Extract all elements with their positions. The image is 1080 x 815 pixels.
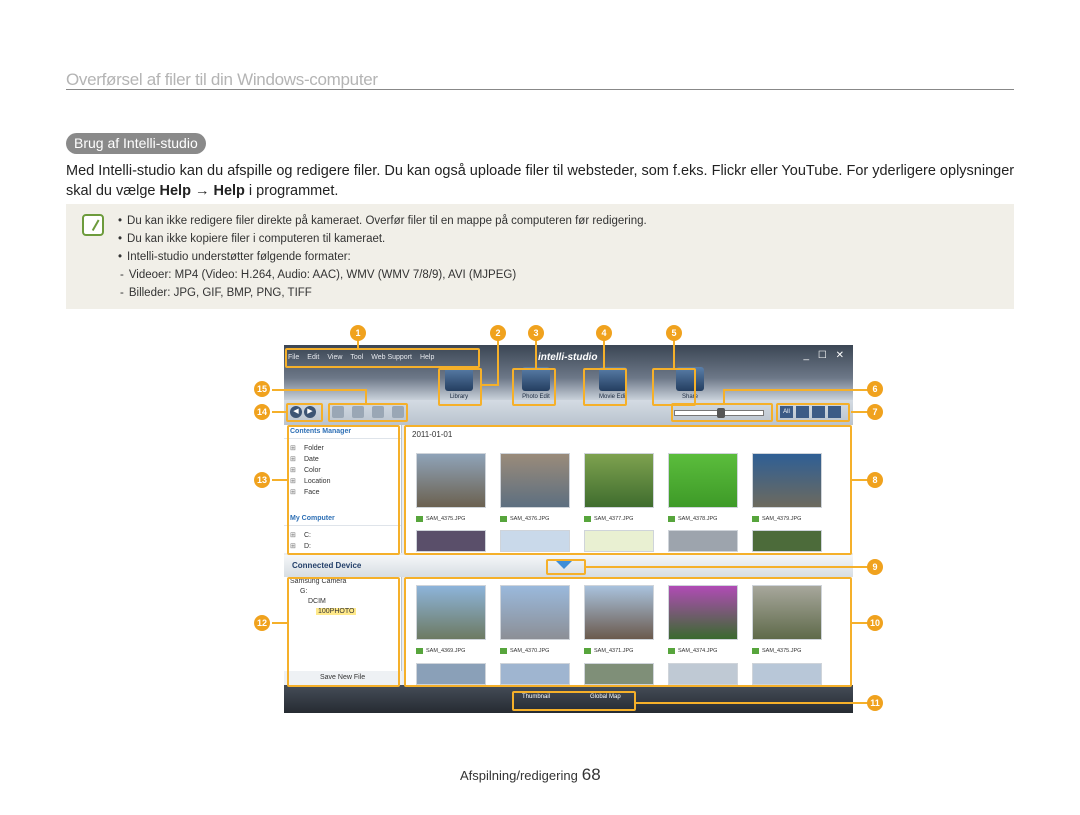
callout-8: 8: [867, 472, 883, 488]
connector-2h: [482, 384, 499, 386]
app-logo: intelli-studio: [538, 352, 598, 363]
callout-15: 15: [254, 381, 270, 397]
note-item: Intelli-studio understøtter følgende for…: [118, 248, 647, 266]
window-controls[interactable]: _ ☐ ✕: [804, 350, 847, 361]
header-divider: [66, 89, 1014, 90]
page-number: 68: [581, 765, 601, 784]
highlight-share: [652, 368, 696, 406]
callout-5: 5: [666, 325, 682, 341]
section-title: Overførsel af filer til din Windows-comp…: [66, 70, 378, 89]
note-item: Du kan ikke redigere filer direkte på ka…: [118, 212, 647, 230]
intro-text-2: i programmet.: [244, 183, 339, 199]
note-icon: [82, 214, 104, 236]
highlight-device-tree: [287, 577, 400, 687]
highlight-device-view: [404, 577, 852, 687]
callout-1: 1: [350, 325, 366, 341]
connector-6v: [723, 389, 725, 404]
note-list: Du kan ikke redigere filer direkte på ka…: [118, 212, 647, 302]
callout-2: 2: [490, 325, 506, 341]
connector-10: [852, 622, 868, 624]
callout-9: 9: [867, 559, 883, 575]
connector-4: [603, 339, 605, 369]
note-box: Du kan ikke redigere filer direkte på ka…: [66, 204, 1014, 309]
highlight-library-view: [404, 425, 852, 555]
callout-7: 7: [867, 404, 883, 420]
highlight-contents: [287, 425, 400, 555]
callout-14: 14: [254, 404, 270, 420]
callout-11: 11: [867, 695, 883, 711]
footer-label: Afspilning/redigering: [460, 768, 578, 783]
connector-6: [723, 389, 868, 391]
callout-6: 6: [867, 381, 883, 397]
connector-12: [272, 622, 287, 624]
highlight-nav: [286, 403, 323, 422]
highlight-menu: [285, 348, 480, 368]
help-menu-ref-1: Help: [159, 183, 191, 199]
menu-arrow: →: [190, 183, 214, 199]
subsection-badge: Brug af Intelli-studio: [66, 133, 206, 154]
connector-15v: [365, 389, 367, 404]
connected-device-title: Connected Device: [292, 561, 362, 570]
page-footer: Afspilning/redigering 68: [460, 765, 601, 785]
highlight-movie-edit: [583, 368, 627, 406]
callout-12: 12: [254, 615, 270, 631]
connector-7: [851, 411, 868, 413]
connector-2: [497, 339, 499, 385]
highlight-zoom: [671, 403, 773, 422]
highlight-view-modes: [512, 691, 636, 711]
connector-15: [272, 389, 366, 391]
callout-4: 4: [596, 325, 612, 341]
connector-8: [852, 479, 868, 481]
note-subitem: Billeder: JPG, GIF, BMP, PNG, TIFF: [118, 284, 647, 302]
connector-3: [535, 339, 537, 369]
highlight-expand: [546, 559, 586, 575]
highlight-library: [438, 368, 482, 406]
callout-13: 13: [254, 472, 270, 488]
callout-3: 3: [528, 325, 544, 341]
highlight-filters: [776, 403, 850, 422]
highlight-tools: [328, 403, 408, 422]
highlight-photo-edit: [512, 368, 556, 406]
connector-9: [586, 566, 868, 568]
note-item: Du kan ikke kopiere filer i computeren t…: [118, 230, 647, 248]
connector-11: [636, 702, 868, 704]
note-subitem: Videoer: MP4 (Video: H.264, Audio: AAC),…: [118, 266, 647, 284]
callout-10: 10: [867, 615, 883, 631]
help-menu-ref-2: Help: [213, 183, 245, 199]
connector-5: [673, 339, 675, 369]
intro-paragraph: Med Intelli-studio kan du afspille og re…: [66, 161, 1016, 201]
connector-13: [272, 479, 287, 481]
connector-14: [272, 411, 286, 413]
